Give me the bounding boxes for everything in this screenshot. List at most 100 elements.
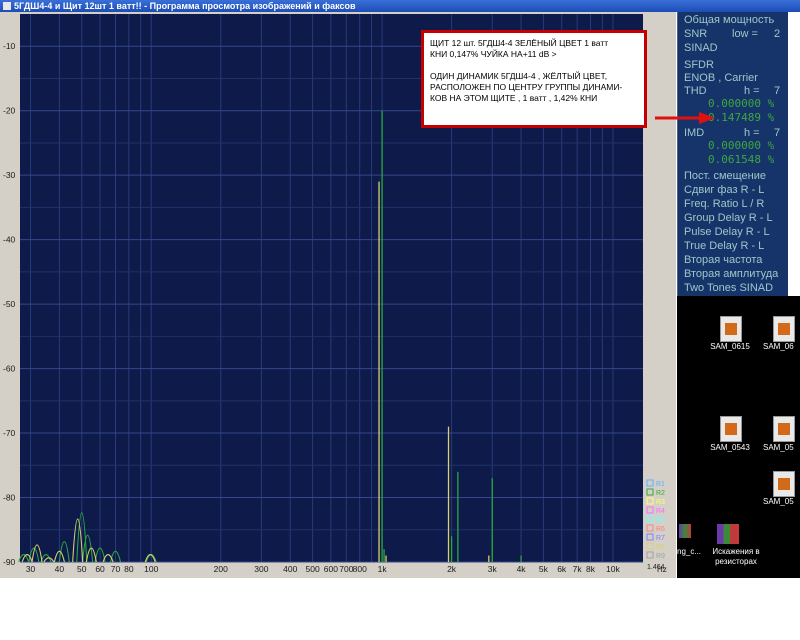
x-tick-label: 5k <box>539 564 549 574</box>
imd-h-label: h = <box>744 127 760 139</box>
thd-item[interactable]: THD h = 7 <box>684 84 780 98</box>
annotation-line-2: КНИ 0,147% ЧУЙКА НА+11 dB > <box>430 49 557 59</box>
image-file-icon[interactable] <box>773 471 795 497</box>
x-tick-label: 60 <box>95 564 105 574</box>
legend-swatch <box>646 551 654 559</box>
legend-label: R4 <box>656 508 665 515</box>
second-frequency-item[interactable]: Вторая частота <box>684 253 762 267</box>
y-tick-label: -90 <box>3 557 16 567</box>
legend-swatch <box>646 479 654 487</box>
archive-icon[interactable] <box>717 524 739 544</box>
two-tones-sinad-item[interactable]: Two Tones SINAD <box>684 281 773 295</box>
y-tick-label: -30 <box>3 170 16 180</box>
x-tick-label: 8k <box>586 564 596 574</box>
x-tick-label: 800 <box>353 564 367 574</box>
legend-swatch <box>646 515 654 523</box>
true-delay-item[interactable]: True Delay R - L <box>684 239 764 253</box>
x-tick-label: 2k <box>447 564 457 574</box>
desktop-icon-label[interactable]: SAM_0615 <box>705 342 755 351</box>
phase-shift-item[interactable]: Сдвиг фаз R - L <box>684 183 764 197</box>
x-tick-label: 1k <box>378 564 388 574</box>
thd-value-1: 0.000000 % <box>708 97 775 110</box>
image-file-icon[interactable] <box>773 316 795 342</box>
legend-swatch <box>646 533 654 541</box>
legend-swatch <box>646 497 654 505</box>
thd-h-value: 7 <box>774 85 781 97</box>
desktop-icon-label[interactable]: SAM_06 <box>763 342 800 351</box>
sfdr-item[interactable]: SFDR <box>684 58 714 72</box>
window-title: 5ГДШ4-4 и Щит 12шт 1 ватт!! - Программа … <box>14 1 356 11</box>
annotation-box: ЩИТ 12 шт. 5ГДШ4-4 ЗЕЛЁНЫЙ ЦВЕТ 1 ватт К… <box>421 30 647 128</box>
desktop-icon-label[interactable]: SAM_0543 <box>705 443 755 452</box>
app-icon <box>3 2 11 10</box>
x-tick-label: 4k <box>517 564 527 574</box>
pulse-delay-item[interactable]: Pulse Delay R - L <box>684 225 770 239</box>
image-file-icon[interactable] <box>720 416 742 442</box>
thd-h-label: h = <box>744 85 760 97</box>
y-tick-label: -40 <box>3 235 16 245</box>
total-power-item[interactable]: Общая мощность <box>684 13 774 27</box>
x-tick-label: 30 <box>26 564 36 574</box>
folder-label-line-1[interactable]: Искажения в <box>701 547 771 556</box>
image-file-icon[interactable] <box>773 416 795 442</box>
imd-value-2: 0.061548 % <box>708 153 775 166</box>
x-tick-label: 300 <box>254 564 268 574</box>
desktop-icon-label[interactable]: SAM_05 <box>763 497 800 506</box>
legend-label: R7 <box>656 535 665 542</box>
legend-swatch <box>646 488 654 496</box>
y-tick-label: -70 <box>3 428 16 438</box>
folder-label-line-2[interactable]: резисторах <box>701 557 771 566</box>
image-file-icon[interactable] <box>720 316 742 342</box>
annotation-line-4: ОДИН ДИНАМИК 5ГДШ4-4 , ЖЁЛТЫЙ ЦВЕТ, <box>430 71 608 81</box>
imd-item[interactable]: IMD h = 7 <box>684 126 780 140</box>
annotation-line-5: РАСПОЛОЖЕН ПО ЦЕНТРУ ГРУППЫ ДИНАМИ- <box>430 82 623 92</box>
legend-label: R5 <box>656 517 665 524</box>
imd-h-value: 7 <box>774 127 781 139</box>
x-tick-label: 40 <box>55 564 65 574</box>
measurement-panel: Общая мощность SNR low = 2 SINAD SFDR EN… <box>677 12 788 296</box>
x-tick-label: 200 <box>214 564 228 574</box>
legend-swatch <box>646 506 654 514</box>
x-tick-label: 500 <box>306 564 320 574</box>
snr-low-value: 2 <box>774 28 781 40</box>
window-titlebar[interactable]: 5ГДШ4-4 и Щит 12шт 1 ватт!! - Программа … <box>0 0 800 12</box>
x-tick-label: 600 <box>324 564 338 574</box>
legend-label: R6 <box>656 526 665 533</box>
red-arrow-icon <box>655 112 715 124</box>
snr-label: SNR <box>684 28 708 40</box>
snr-low-label: low = <box>732 28 758 40</box>
sinad-item[interactable]: SINAD <box>684 41 718 55</box>
x-tick-label: 10k <box>606 564 620 574</box>
desktop-area: SAM_0615 SAM_06 SAM_0543 SAM_05 SAM_05 n… <box>677 296 800 578</box>
snr-item[interactable]: SNR low = 2 <box>684 27 780 41</box>
y-tick-label: -10 <box>3 41 16 51</box>
annotation-line-1: ЩИТ 12 шт. 5ГДШ4-4 ЗЕЛЁНЫЙ ЦВЕТ 1 ватт <box>430 38 609 48</box>
x-tick-label: 3k <box>488 564 498 574</box>
legend-swatch <box>646 542 654 550</box>
y-tick-label: -80 <box>3 493 16 503</box>
freq-ratio-item[interactable]: Freq. Ratio L / R <box>684 197 764 211</box>
viewer-bottom-area <box>0 578 800 640</box>
thd-label: THD <box>684 85 707 97</box>
x-tick-label: 6k <box>557 564 567 574</box>
x-tick-label: 80 <box>124 564 134 574</box>
imd-label: IMD <box>684 127 705 139</box>
second-amplitude-item[interactable]: Вторая амплитуда <box>684 267 778 281</box>
dc-offset-item[interactable]: Пост. смещение <box>684 169 766 183</box>
x-tick-label: 700 <box>339 564 353 574</box>
x-tick-label: 50 <box>77 564 87 574</box>
x-tick-label: 400 <box>283 564 297 574</box>
x-tick-label: 70 <box>111 564 121 574</box>
thd-value-2: 0.147489 % <box>708 111 775 124</box>
legend-scale-value: 1.464 <box>647 564 665 571</box>
enob-item[interactable]: ENOB , Carrier <box>684 71 758 85</box>
legend-label: R9 <box>656 553 665 560</box>
archive-icon[interactable] <box>679 524 691 538</box>
y-tick-label: -20 <box>3 106 16 116</box>
imd-value-1: 0.000000 % <box>708 139 775 152</box>
y-tick-label: -60 <box>3 364 16 374</box>
x-tick-label: 100 <box>144 564 158 574</box>
group-delay-item[interactable]: Group Delay R - L <box>684 211 773 225</box>
desktop-icon-label[interactable]: SAM_05 <box>763 443 800 452</box>
legend-label: R2 <box>656 490 665 497</box>
